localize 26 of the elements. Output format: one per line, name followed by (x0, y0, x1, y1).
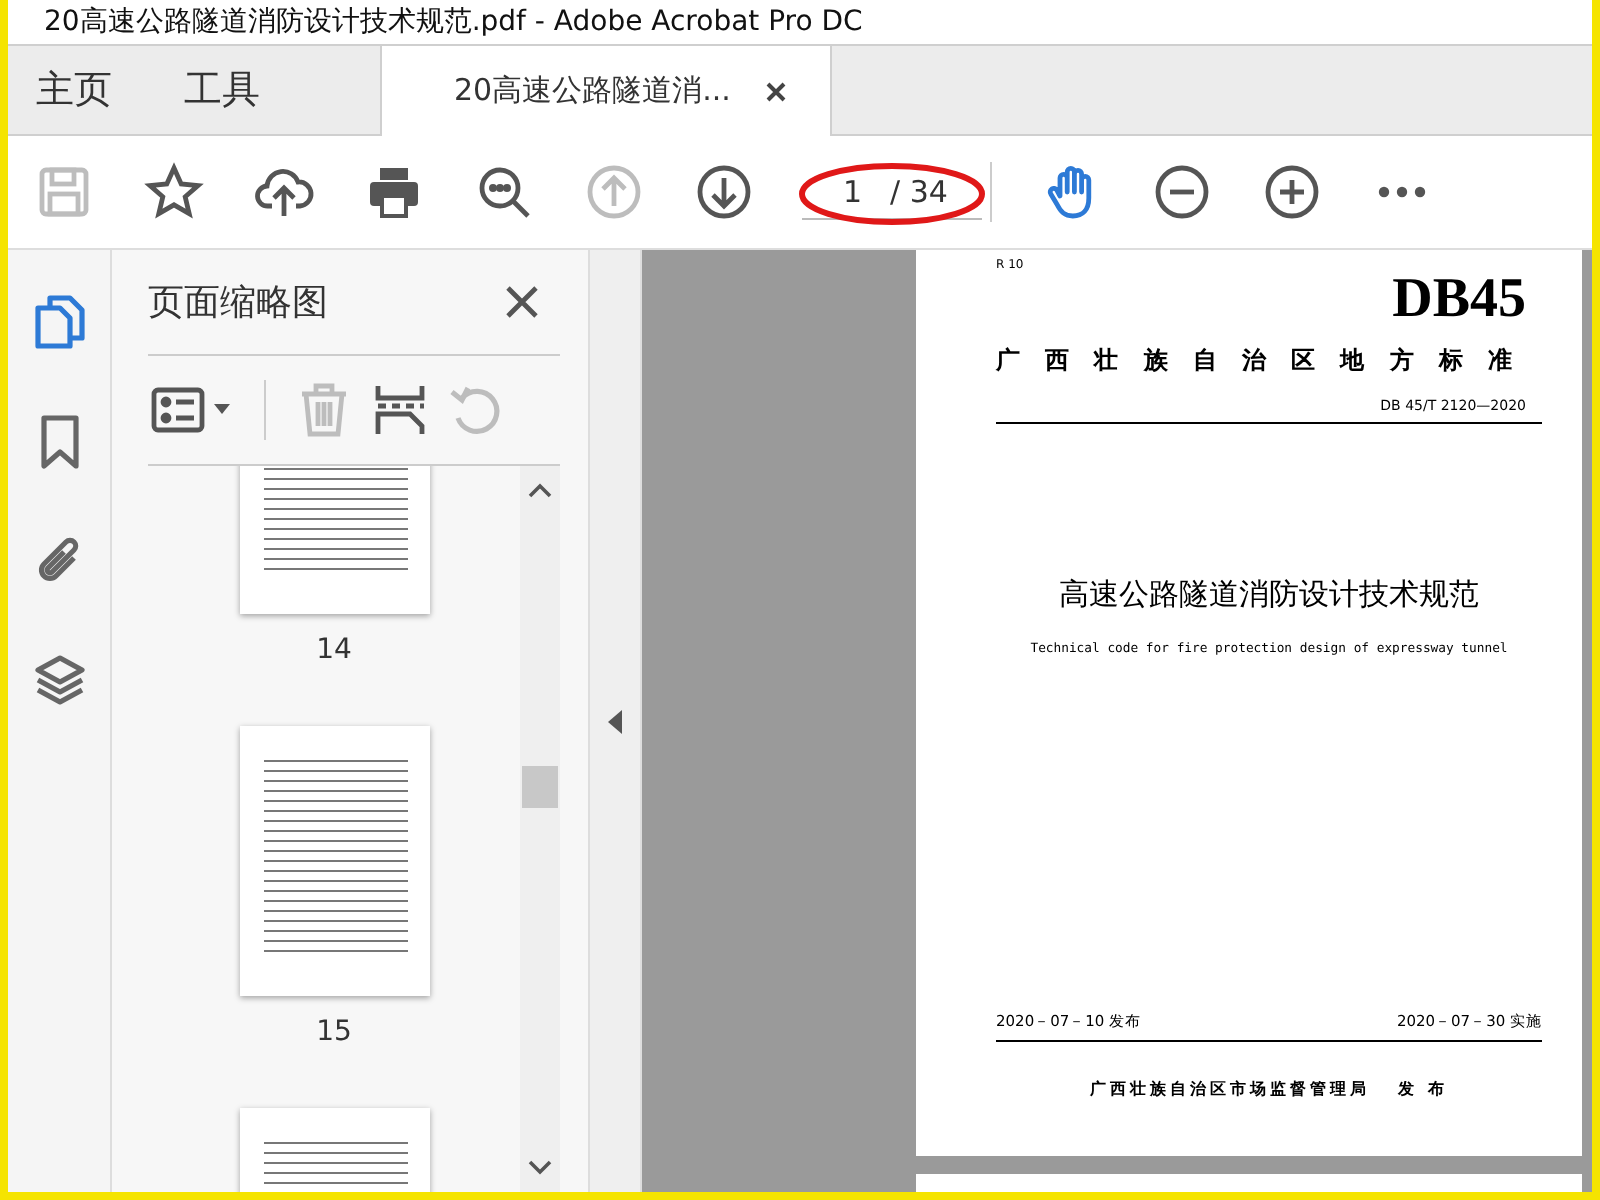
issuer-heading: 广西壮族自治区地方标准 (996, 344, 1540, 378)
star-icon[interactable] (143, 162, 203, 222)
chevron-down-icon[interactable] (528, 1160, 552, 1176)
page-number: 14 (316, 634, 352, 666)
page-number-field[interactable]: 1 (802, 173, 862, 209)
close-icon[interactable] (766, 81, 787, 101)
collapse-arrow-icon[interactable] (608, 709, 622, 733)
panel-title: 页面缩略图 (148, 280, 328, 326)
publish-label: 发 布 (1398, 1078, 1448, 1100)
standard-logo: DB45 (1392, 272, 1526, 328)
arrow-down-icon[interactable] (693, 162, 753, 222)
publisher: 广西壮族自治区市场监督管理局 (1090, 1078, 1371, 1100)
close-icon[interactable] (504, 284, 540, 320)
tab[interactable]: 主页 (16, 46, 164, 134)
window-title: 20高速公路隧道消防设计技术规范.pdf - Adobe Acrobat Pro DC (44, 4, 863, 40)
insert-button[interactable] (370, 380, 430, 440)
page-count: / 34 (890, 173, 948, 209)
chevron-up-icon[interactable] (528, 482, 552, 498)
scrollbar-thumb[interactable] (522, 766, 558, 808)
page-number: 15 (316, 1016, 352, 1048)
minus-circle-icon[interactable] (1151, 162, 1211, 222)
page-thumbnail[interactable] (239, 726, 429, 996)
tab[interactable]: 20高速公路隧道消... (380, 46, 832, 136)
document-title: 高速公路隧道消防设计技术规范 (1059, 576, 1479, 614)
tab[interactable]: 工具 (164, 46, 280, 134)
plus-circle-icon[interactable] (1261, 162, 1321, 222)
